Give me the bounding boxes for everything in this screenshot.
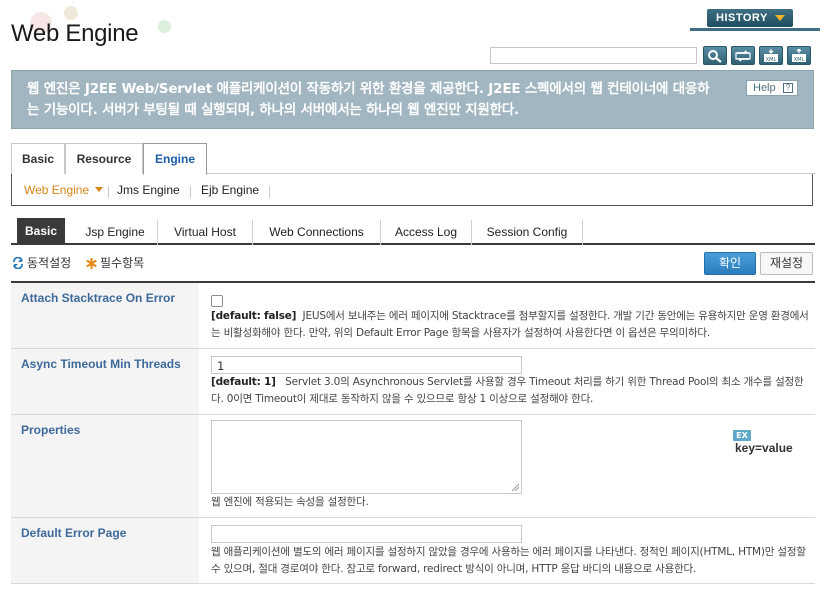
- form-row-async-timeout: Async Timeout Min Threads 1 [default: 1]…: [11, 349, 815, 415]
- subnav-divider: [269, 186, 270, 198]
- chevron-down-icon: [775, 15, 785, 21]
- subtab-jsp-engine[interactable]: Jsp Engine: [73, 220, 158, 245]
- decorative-circle: [64, 6, 78, 20]
- page-title: Web Engine: [11, 20, 139, 47]
- confirm-button[interactable]: 확인: [704, 252, 756, 275]
- xml-export-button[interactable]: XML: [787, 46, 811, 65]
- tab-basic[interactable]: Basic: [11, 143, 65, 174]
- dynamic-setting-icon: [13, 257, 23, 269]
- refresh-icon: [735, 50, 751, 62]
- properties-desc: 웹 엔진에 적용되는 속성을 설정한다.: [211, 496, 369, 508]
- legend-dynamic-label: 동적설정: [27, 256, 72, 270]
- dropdown-caret-icon: [95, 187, 104, 192]
- search-icon: [708, 50, 722, 63]
- decorative-circle: [158, 20, 171, 33]
- svg-text:XML: XML: [766, 57, 777, 63]
- subtab-virtual-host[interactable]: Virtual Host: [158, 220, 253, 245]
- form-row-default-error-page: Default Error Page 웹 애플리케이션에 별도의 에러 페이지를…: [11, 518, 815, 584]
- svg-text:XML: XML: [794, 57, 805, 63]
- reset-button[interactable]: 재설정: [760, 252, 813, 275]
- subnav-web-engine[interactable]: Web Engine: [24, 183, 104, 197]
- subnav-ejb-engine[interactable]: Ejb Engine: [201, 183, 259, 197]
- engine-subnav: Web Engine Jms Engine Ejb Engine: [11, 174, 813, 206]
- refresh-button[interactable]: [731, 46, 755, 65]
- tab-resource[interactable]: Resource: [65, 143, 143, 174]
- properties-label: Properties: [21, 423, 81, 437]
- search-button[interactable]: [703, 46, 727, 65]
- example-badge: EXkey=value: [733, 427, 809, 455]
- xml-import-icon: XML: [764, 49, 778, 63]
- subtab-access-log[interactable]: Access Log: [381, 220, 472, 245]
- properties-textarea[interactable]: [211, 420, 522, 494]
- tab-engine[interactable]: Engine: [143, 143, 207, 175]
- header-divider: [690, 28, 820, 31]
- async-timeout-input[interactable]: 1: [211, 356, 522, 374]
- default-error-page-desc: 웹 애플리케이션에 별도의 에러 페이지를 설정하지 않았을 경우에 사용하는 …: [211, 546, 806, 575]
- description-text: JEUS에서 보내주는 에러 페이지에 Stacktrace를 첨부할지를 설정…: [211, 310, 809, 339]
- search-input[interactable]: [490, 47, 697, 64]
- async-timeout-label: Async Timeout Min Threads: [21, 357, 181, 371]
- required-asterisk-icon: [86, 258, 97, 269]
- attach-stacktrace-checkbox[interactable]: [211, 295, 223, 307]
- banner-text: 웹 엔진은 J2EE Web/Servlet 애플리케이션이 작동하기 위한 환…: [27, 81, 710, 118]
- subnav-divider: [190, 186, 191, 198]
- attach-stacktrace-desc: [default: false] JEUS에서 보내주는 에러 페이지에 Sta…: [211, 308, 809, 342]
- help-label: Help: [753, 82, 776, 94]
- history-label: HISTORY: [716, 12, 768, 24]
- legend-required: 필수항목: [86, 254, 144, 271]
- example-text: key=value: [735, 441, 793, 455]
- main-tabs: Basic Resource Engine: [11, 143, 815, 175]
- default-value: [default: false]: [211, 310, 297, 322]
- resize-handle-icon[interactable]: [511, 483, 519, 491]
- attach-stacktrace-label: Attach Stacktrace On Error: [21, 291, 176, 305]
- help-button[interactable]: Help ?: [746, 80, 798, 96]
- web-engine-tabs: Basic Jsp Engine Virtual Host Web Connec…: [11, 216, 815, 245]
- subnav-web-engine-label: Web Engine: [24, 183, 90, 197]
- default-error-page-label: Default Error Page: [21, 526, 127, 540]
- subtab-session-config[interactable]: Session Config: [472, 220, 583, 245]
- description-text: Servlet 3.0의 Asynchronous Servlet를 사용할 경…: [211, 376, 804, 405]
- default-value: [default: 1]: [211, 376, 276, 388]
- subnav-jms-engine[interactable]: Jms Engine: [117, 183, 180, 197]
- legend-dynamic: 동적설정: [12, 254, 71, 271]
- subtab-web-connections[interactable]: Web Connections: [253, 220, 381, 245]
- form-row-attach-stacktrace: Attach Stacktrace On Error [default: fal…: [11, 283, 815, 349]
- legend-required-label: 필수항목: [100, 256, 145, 270]
- xml-import-button[interactable]: XML: [759, 46, 783, 65]
- history-button[interactable]: HISTORY: [707, 9, 793, 27]
- async-timeout-desc: [default: 1] Servlet 3.0의 Asynchronous S…: [211, 374, 809, 408]
- question-icon: ?: [783, 83, 793, 93]
- example-icon: EX: [733, 430, 751, 441]
- subtab-basic[interactable]: Basic: [17, 218, 65, 245]
- description-banner: 웹 엔진은 J2EE Web/Servlet 애플리케이션이 작동하기 위한 환…: [11, 70, 814, 129]
- subnav-divider: [108, 186, 109, 198]
- form-row-properties: Properties EXkey=value 웹 엔진에 적용되는 속성을 설정…: [11, 415, 815, 518]
- xml-export-icon: XML: [792, 49, 806, 63]
- default-error-page-input[interactable]: [211, 525, 522, 543]
